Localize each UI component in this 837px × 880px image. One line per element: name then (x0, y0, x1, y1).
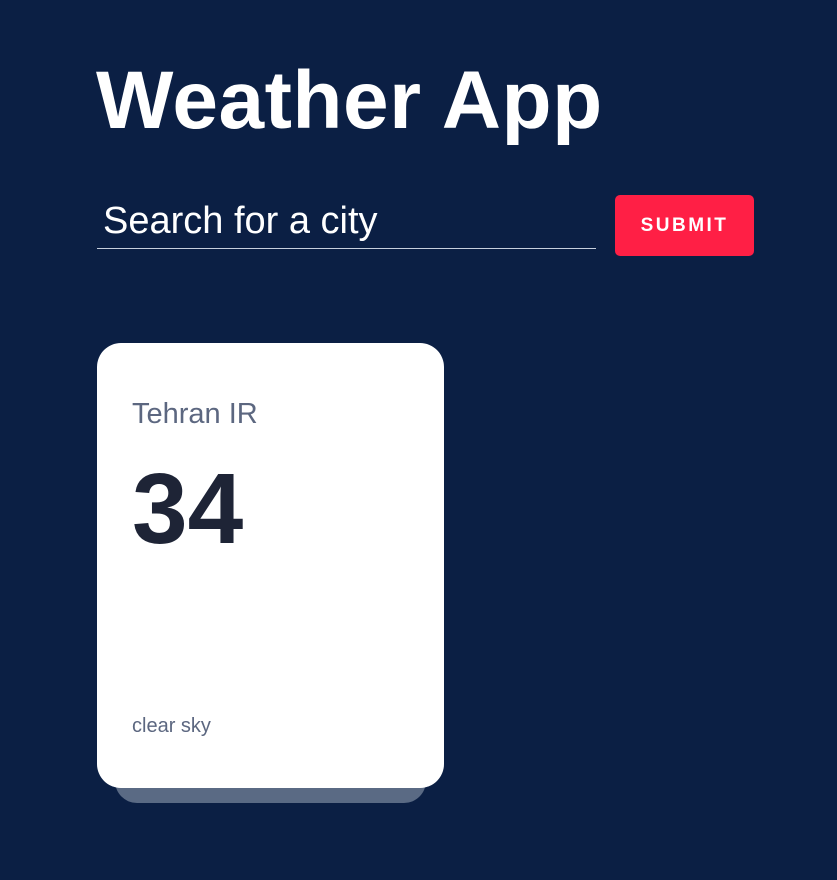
weather-card: Tehran IR 34 clear sky (97, 343, 444, 788)
city-name: Tehran IR (132, 398, 258, 430)
page-title: Weather App (96, 55, 603, 146)
weather-description: clear sky (132, 715, 211, 737)
city-temperature: 34 (132, 453, 244, 565)
search-form: SUBMIT (97, 195, 754, 257)
city-card: Tehran IR 34 clear sky (97, 343, 444, 803)
submit-button[interactable]: SUBMIT (615, 195, 754, 256)
weather-app-page: Weather App SUBMIT Tehran IR 34 clear sk… (0, 0, 837, 880)
search-input[interactable] (97, 195, 596, 249)
